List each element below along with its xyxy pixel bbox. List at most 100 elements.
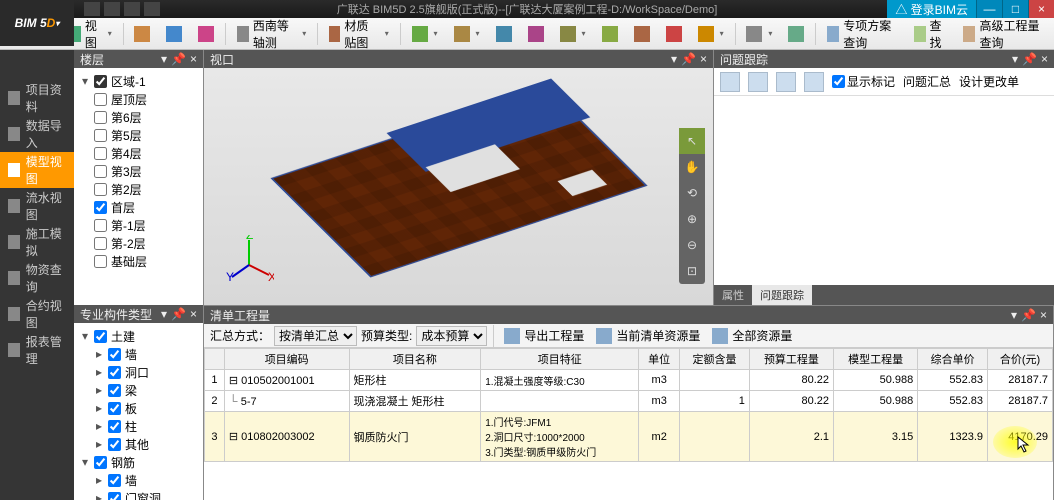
tool-9[interactable] xyxy=(595,21,625,47)
tab-issues[interactable]: 问题跟踪 xyxy=(752,285,812,305)
type-row[interactable]: ▸洞口 xyxy=(80,363,197,381)
floor-row[interactable]: 第4层 xyxy=(80,144,197,162)
col-header[interactable]: 综合单价 xyxy=(918,349,988,370)
col-header[interactable] xyxy=(205,349,225,370)
floor-row[interactable]: 基础层 xyxy=(80,252,197,270)
group-check[interactable] xyxy=(94,456,107,469)
tool-12[interactable] xyxy=(691,21,731,47)
quantity-grid[interactable]: 项目编码项目名称项目特征单位定额含量预算工程量模型工程量综合单价合价(元)1⊟ … xyxy=(204,348,1053,500)
nav-folder[interactable]: 项目资料 xyxy=(0,80,74,116)
type-row[interactable]: ▸柱 xyxy=(80,417,197,435)
nav-flow[interactable]: 流水视图 xyxy=(0,188,74,224)
col-header[interactable]: 项目编码 xyxy=(224,349,349,370)
type-row[interactable]: ▸梁 xyxy=(80,381,197,399)
zoom-in-tool[interactable]: ⊕ xyxy=(679,206,705,232)
pin-icon[interactable]: ▾📌× xyxy=(161,52,197,66)
col-header[interactable]: 单位 xyxy=(639,349,680,370)
design-change-link[interactable]: 设计更改单 xyxy=(959,73,1019,90)
floor-row[interactable]: 第-2层 xyxy=(80,234,197,252)
pin-icon[interactable]: ▾📌× xyxy=(671,52,707,66)
type-check[interactable] xyxy=(108,348,121,361)
new-issue-icon[interactable] xyxy=(720,72,740,92)
floor-check[interactable] xyxy=(94,183,107,196)
axis-button[interactable]: 西南等轴测 xyxy=(230,21,313,47)
cloud-login[interactable]: △ 登录BIM云 xyxy=(887,0,976,18)
floor-check[interactable] xyxy=(94,237,107,250)
maximize-button[interactable]: □ xyxy=(1002,0,1028,18)
query2-button[interactable]: 查找 xyxy=(907,21,955,47)
tool-8[interactable] xyxy=(553,21,593,47)
type-check[interactable] xyxy=(108,366,121,379)
material-button[interactable]: 材质贴图 xyxy=(322,21,396,47)
col-header[interactable]: 预算工程量 xyxy=(749,349,833,370)
floor-check[interactable] xyxy=(94,93,107,106)
export-button[interactable]: 导出工程量 xyxy=(500,326,588,346)
table-row[interactable]: 1⊟ 010502001001矩形柱1.混凝土强度等级:C30m380.2250… xyxy=(205,370,1053,391)
pin-icon[interactable]: ▾📌× xyxy=(1012,52,1048,66)
tool-10[interactable] xyxy=(627,21,657,47)
type-check[interactable] xyxy=(108,438,121,451)
pin-icon[interactable]: ▾📌× xyxy=(1011,308,1047,322)
type-row[interactable]: ▸其他 xyxy=(80,435,197,453)
pan-tool[interactable]: ✋ xyxy=(679,154,705,180)
tool-3[interactable] xyxy=(191,21,221,47)
table-row[interactable]: 3⊟ 010802003002钢质防火门1.门代号:JFM1 2.洞口尺寸:10… xyxy=(205,412,1053,462)
tool-13[interactable] xyxy=(739,21,779,47)
tool-14[interactable] xyxy=(781,21,811,47)
fit-tool[interactable]: ⊡ xyxy=(679,258,705,284)
nav-report[interactable]: 报表管理 xyxy=(0,332,74,368)
floor-check[interactable] xyxy=(94,129,107,142)
pin-icon[interactable]: ▾📌× xyxy=(161,307,197,321)
type-check[interactable] xyxy=(108,420,121,433)
type-row[interactable]: ▸墙 xyxy=(80,471,197,489)
floor-row[interactable]: 第5层 xyxy=(80,126,197,144)
col-header[interactable]: 模型工程量 xyxy=(834,349,918,370)
edit-issue-icon[interactable] xyxy=(748,72,768,92)
tool-1[interactable] xyxy=(127,21,157,47)
tool-4[interactable] xyxy=(405,21,445,47)
query3-button[interactable]: 高级工程量查询 xyxy=(956,21,1050,47)
minimize-button[interactable]: — xyxy=(976,0,1002,18)
type-row[interactable]: ▸板 xyxy=(80,399,197,417)
type-row[interactable]: ▸墙 xyxy=(80,345,197,363)
col-header[interactable]: 项目名称 xyxy=(349,349,481,370)
floor-check[interactable] xyxy=(94,201,107,214)
floor-check[interactable] xyxy=(94,255,107,268)
type-check[interactable] xyxy=(108,384,121,397)
type-check[interactable] xyxy=(108,474,121,487)
floor-check[interactable] xyxy=(94,111,107,124)
show-mark-check[interactable]: 显示标记 xyxy=(832,73,895,90)
tool-5[interactable] xyxy=(447,21,487,47)
type-group[interactable]: ▾钢筋 xyxy=(80,453,197,471)
list-issue-icon[interactable] xyxy=(804,72,824,92)
floor-row[interactable]: 第6层 xyxy=(80,108,197,126)
budget-select[interactable]: 成本预算 xyxy=(416,326,487,346)
floor-row[interactable]: 屋顶层 xyxy=(80,90,197,108)
group-check[interactable] xyxy=(94,330,107,343)
type-check[interactable] xyxy=(108,402,121,415)
select-tool[interactable]: ↖ xyxy=(679,128,705,154)
region-check[interactable] xyxy=(94,75,107,88)
nav-sim[interactable]: 施工模拟 xyxy=(0,224,74,260)
tab-properties[interactable]: 属性 xyxy=(714,285,752,305)
zoom-out-tool[interactable]: ⊖ xyxy=(679,232,705,258)
3d-viewport[interactable]: ZXY ↖ ✋ ⟲ ⊕ ⊖ ⊡ xyxy=(204,68,713,305)
floor-check[interactable] xyxy=(94,219,107,232)
tool-2[interactable] xyxy=(159,21,189,47)
all-res-button[interactable]: 全部资源量 xyxy=(708,326,796,346)
nav-material[interactable]: 物资查询 xyxy=(0,260,74,296)
col-header[interactable]: 合价(元) xyxy=(988,349,1053,370)
floor-check[interactable] xyxy=(94,147,107,160)
filter-issue-icon[interactable] xyxy=(776,72,796,92)
summary-select[interactable]: 按清单汇总 xyxy=(274,326,357,346)
close-button[interactable]: × xyxy=(1028,0,1054,18)
tool-7[interactable] xyxy=(521,21,551,47)
col-header[interactable]: 定额含量 xyxy=(680,349,750,370)
type-row[interactable]: ▸门窗洞 xyxy=(80,489,197,500)
nav-import[interactable]: 数据导入 xyxy=(0,116,74,152)
tool-11[interactable] xyxy=(659,21,689,47)
col-header[interactable]: 项目特征 xyxy=(481,349,639,370)
quick-access[interactable] xyxy=(78,2,166,16)
type-group[interactable]: ▾土建 xyxy=(80,327,197,345)
floor-row[interactable]: 首层 xyxy=(80,198,197,216)
